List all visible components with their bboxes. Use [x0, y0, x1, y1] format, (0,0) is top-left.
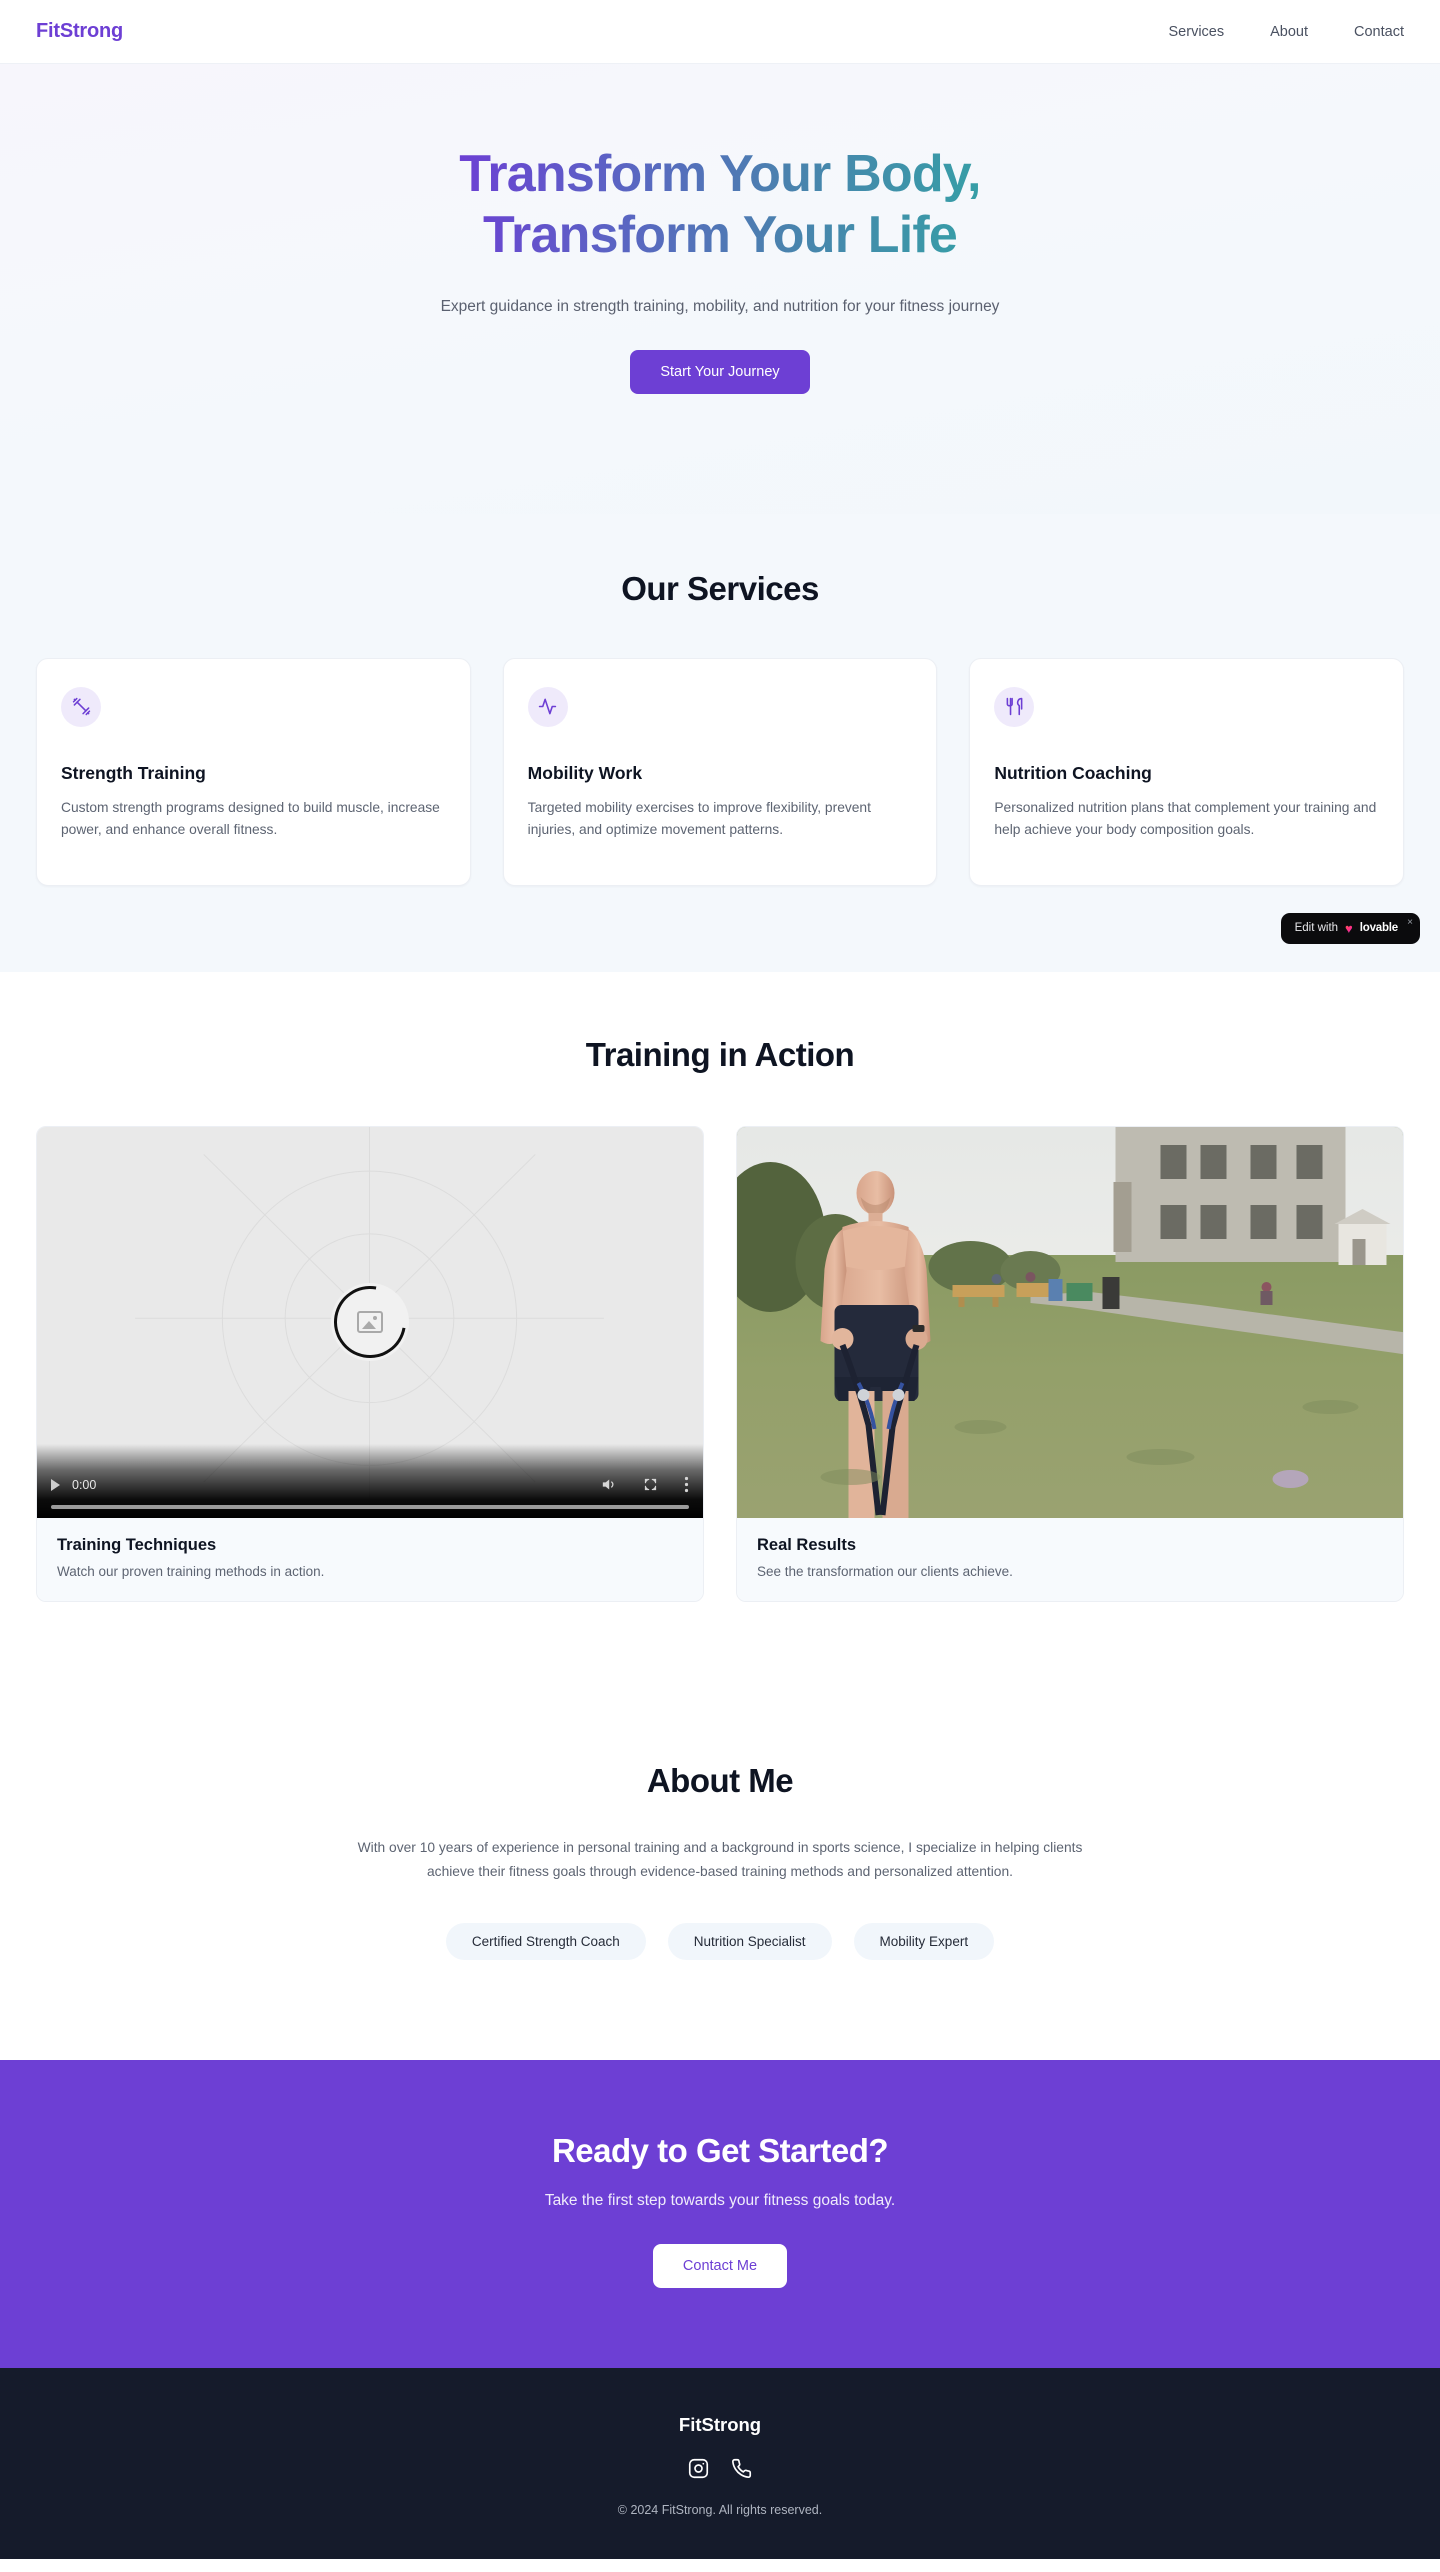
close-icon[interactable]: × [1407, 917, 1413, 928]
services-card-grid: Strength Training Custom strength progra… [0, 657, 1440, 886]
site-footer: FitStrong © 2024 FitStrong. All rights r… [0, 2368, 1440, 2560]
activity-pulse-icon [527, 686, 568, 727]
service-description: Personalized nutrition plans that comple… [994, 799, 1377, 838]
video-card-title: Training Techniques [57, 1535, 217, 1554]
credential-badge-list: Certified Strength Coach Nutrition Speci… [0, 1923, 1440, 1961]
services-heading: Our Services [621, 569, 819, 607]
video-current-time: 0:00 [72, 1477, 97, 1492]
footer-brand: FitStrong [678, 2414, 762, 2436]
photo-card-title: Real Results [757, 1535, 857, 1554]
video-card-caption: Training Techniques Watch our proven tra… [37, 1517, 703, 1601]
site-header: FitStrong Services About Contact [0, 0, 1440, 64]
video-card-description: Watch our proven training methods in act… [57, 1563, 325, 1579]
cta-section: Ready to Get Started? Take the first ste… [0, 2060, 1440, 2369]
brand-logo[interactable]: FitStrong [36, 20, 123, 43]
loading-spinner [319, 1272, 421, 1373]
service-description: Custom strength programs designed to bui… [61, 799, 440, 838]
photo-card-caption: Real Results See the transformation our … [737, 1517, 1403, 1601]
service-title: Nutrition Coaching [994, 762, 1152, 783]
volume-icon[interactable] [600, 1476, 617, 1493]
dumbbell-icon [61, 686, 101, 727]
social-links [0, 2458, 1440, 2479]
cta-heading: Ready to Get Started? [551, 2132, 889, 2170]
start-journey-button[interactable]: Start Your Journey [630, 349, 810, 394]
video-card: 0:00 Training Techniques Watch our prove… [36, 1125, 704, 1602]
nav-link-about[interactable]: About [1270, 24, 1308, 40]
image-placeholder-icon [357, 1311, 383, 1334]
training-in-action-section: Training in Action 0:00 Training Techniq… [0, 971, 1440, 1692]
hero-title-line-2: Transform Your Life [482, 206, 958, 265]
nav-link-services[interactable]: Services [1169, 24, 1225, 40]
media-card-grid: 0:00 Training Techniques Watch our prove… [0, 1125, 1440, 1602]
service-card-mobility-work[interactable]: Mobility Work Targeted mobility exercise… [502, 657, 938, 886]
contact-me-button[interactable]: Contact Me [652, 2244, 788, 2289]
more-options-icon[interactable] [684, 1476, 689, 1493]
lovable-edit-badge[interactable]: Edit with ♥ lovable × [1280, 912, 1420, 944]
lovable-badge-prefix: Edit with [1294, 922, 1339, 935]
play-button[interactable] [51, 1478, 60, 1491]
results-photo [737, 1126, 1403, 1518]
nav-link-contact[interactable]: Contact [1354, 24, 1404, 40]
media-heading: Training in Action [585, 1035, 855, 1073]
service-title: Mobility Work [527, 762, 643, 783]
page-title: Transform Your Body, Transform Your Life [455, 144, 984, 267]
copyright-text: © 2024 FitStrong. All rights reserved. [617, 2503, 823, 2518]
about-heading: About Me [646, 1761, 794, 1799]
badge-mobility-expert[interactable]: Mobility Expert [853, 1923, 995, 1961]
hero-section: Transform Your Body, Transform Your Life… [0, 64, 1440, 514]
photo-card: Real Results See the transformation our … [736, 1125, 1404, 1602]
phone-icon[interactable] [731, 2458, 752, 2479]
hero-subtitle: Expert guidance in strength training, mo… [440, 297, 1000, 315]
heart-icon: ♥ [1345, 920, 1353, 936]
service-title: Strength Training [61, 762, 206, 783]
service-card-nutrition-coaching[interactable]: Nutrition Coaching Personalized nutritio… [969, 657, 1405, 886]
about-section: About Me With over 10 years of experienc… [0, 1691, 1440, 2061]
utensils-icon [994, 686, 1035, 727]
badge-nutrition-specialist[interactable]: Nutrition Specialist [667, 1923, 832, 1961]
fullscreen-icon[interactable] [643, 1477, 658, 1492]
service-description: Targeted mobility exercises to improve f… [527, 799, 871, 838]
instagram-icon[interactable] [688, 2458, 709, 2479]
cta-subtitle: Take the first step towards your fitness… [544, 2192, 896, 2210]
lovable-badge-name: lovable [1359, 922, 1398, 935]
video-progress-bar[interactable] [51, 1504, 689, 1509]
services-section: Our Services Strength Training Custom st… [0, 513, 1440, 972]
photo-card-description: See the transformation our clients achie… [757, 1563, 1013, 1579]
hero-title-line-1: Transform Your Body, [459, 145, 981, 203]
about-description: With over 10 years of experience in pers… [357, 1839, 1083, 1879]
badge-certified-strength-coach[interactable]: Certified Strength Coach [445, 1923, 646, 1961]
primary-navigation: Services About Contact [1169, 24, 1405, 40]
video-player[interactable]: 0:00 [37, 1126, 703, 1518]
service-card-strength-training[interactable]: Strength Training Custom strength progra… [36, 657, 471, 886]
video-control-bar: 0:00 [37, 1443, 703, 1518]
